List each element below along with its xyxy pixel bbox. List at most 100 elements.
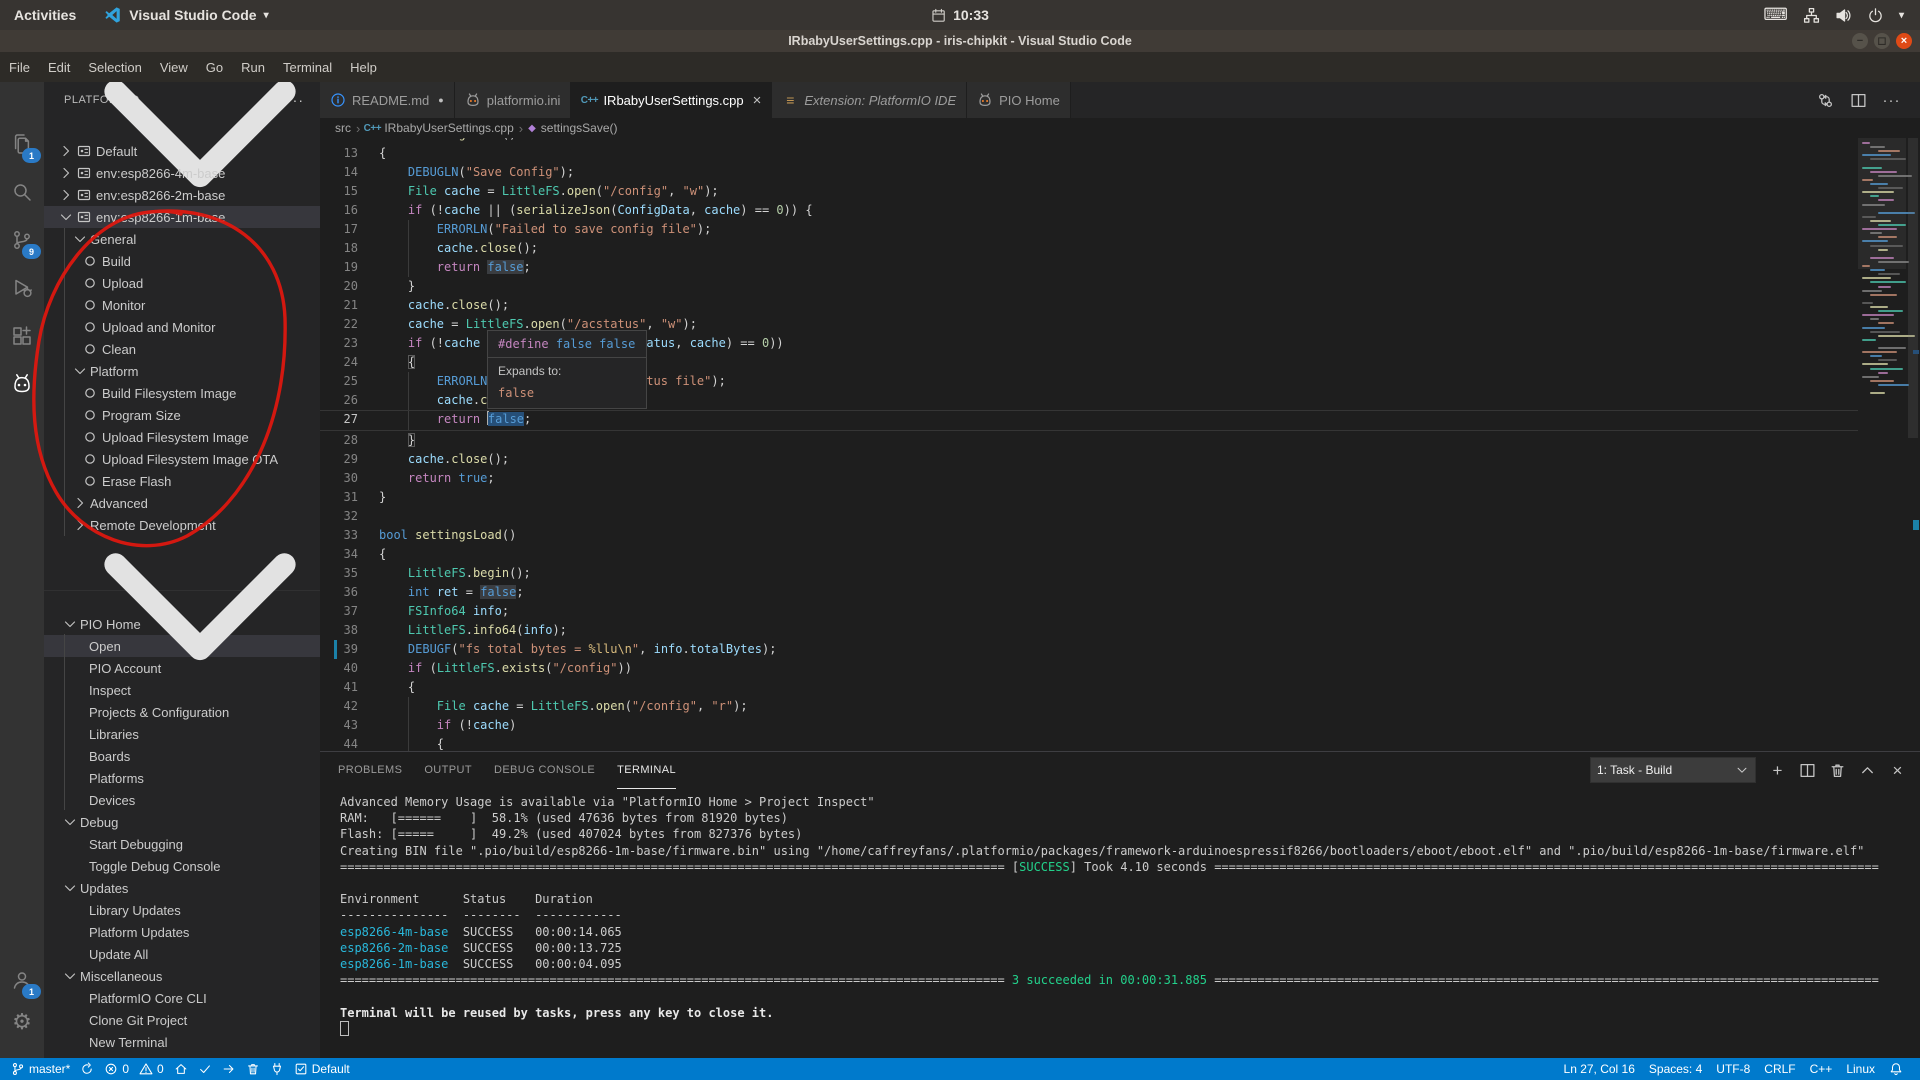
section-header-quick-access[interactable]: QUICK ACCESS [44,590,320,613]
tab-extension-platformio-ide[interactable]: ≡Extension: PlatformIO IDE [772,82,967,118]
code-line-27[interactable]: 27 return false; [320,410,1858,431]
code-line-17[interactable]: 17 ERRORLN("Failed to save config file")… [320,220,1858,239]
activity-item-search[interactable] [0,172,44,212]
code-line-28[interactable]: 28 } [320,431,1858,450]
close-icon[interactable]: × [753,92,762,109]
menu-terminal[interactable]: Terminal [274,52,341,82]
tree-item-platform-updates[interactable]: Platform Updates [44,921,320,943]
status-notifications-bell[interactable] [1882,1058,1910,1080]
power-icon[interactable] [1867,7,1884,24]
maximize-button[interactable]: ◻ [1874,33,1890,49]
code-line-38[interactable]: 38 LittleFS.info64(info); [320,621,1858,640]
code-line-37[interactable]: 37 FSInfo64 info; [320,602,1858,621]
scrollbar-thumb[interactable] [1908,138,1918,438]
code-line-30[interactable]: 30 return true; [320,469,1858,488]
tree-item-library-updates[interactable]: Library Updates [44,899,320,921]
tree-item-new-terminal[interactable]: New Terminal [44,1031,320,1053]
editor-scrollbar[interactable] [1906,138,1920,751]
close-button[interactable]: × [1896,33,1912,49]
tab-readme-md[interactable]: README.md● [320,82,455,118]
status-pio-upload[interactable] [217,1058,241,1080]
maximize-panel-icon[interactable] [1859,762,1876,779]
code-line-21[interactable]: 21 cache.close(); [320,296,1858,315]
breadcrumb[interactable]: src › C++ IRbabyUserSettings.cpp › ◆ set… [320,118,1920,138]
status-eol[interactable]: CRLF [1757,1058,1802,1080]
activity-item-account[interactable]: 1 [0,960,44,1000]
tree-item-platform[interactable]: Platform [44,360,320,382]
breadcrumb-item-file[interactable]: IRbabyUserSettings.cpp [384,121,513,135]
status-project-environment[interactable]: Default [289,1058,355,1080]
minimize-button[interactable]: − [1852,33,1868,49]
section-header-project-tasks[interactable]: PROJECT TASKS [44,118,320,140]
close-panel-icon[interactable]: × [1889,762,1906,779]
panel-tab-debug-console[interactable]: DEBUG CONSOLE [494,752,595,789]
status-sync[interactable] [75,1058,99,1080]
activity-item-explorer[interactable]: 1 [0,124,44,164]
code-line-43[interactable]: 43 if (!cache) [320,716,1858,735]
menu-edit[interactable]: Edit [39,52,79,82]
code-line-35[interactable]: 35 LittleFS.begin(); [320,564,1858,583]
tree-item-upload-and-monitor[interactable]: Upload and Monitor [44,316,320,338]
code-line-16[interactable]: 16 if (!cache || (serializeJson(ConfigDa… [320,201,1858,220]
panel-tab-terminal[interactable]: TERMINAL [617,752,676,789]
activity-item-source-control[interactable]: 9 [0,220,44,260]
status-serial-monitor[interactable] [265,1058,289,1080]
code-line-34[interactable]: 34{ [320,545,1858,564]
status-remote-os[interactable]: Linux [1839,1058,1882,1080]
tree-item-monitor[interactable]: Monitor [44,294,320,316]
status-pio-home[interactable] [169,1058,193,1080]
tree-item-program-size[interactable]: Program Size [44,404,320,426]
status-errors[interactable]: 0 [99,1058,134,1080]
clock[interactable]: 10:33 [931,7,989,23]
code-line-15[interactable]: 15 File cache = LittleFS.open("/config",… [320,182,1858,201]
menu-view[interactable]: View [151,52,197,82]
code-line-44[interactable]: 44 { [320,735,1858,751]
status-cursor-position[interactable]: Ln 27, Col 16 [1557,1058,1642,1080]
tree-item-upload-filesystem-image[interactable]: Upload Filesystem Image [44,426,320,448]
code-line-40[interactable]: 40 if (LittleFS.exists("/config")) [320,659,1858,678]
code-line-32[interactable]: 32 [320,507,1858,526]
menu-help[interactable]: Help [341,52,386,82]
activity-item-platformio[interactable] [0,364,44,404]
tree-item-platforms[interactable]: Platforms [44,767,320,789]
tree-item-update-all[interactable]: Update All [44,943,320,965]
status-indentation[interactable]: Spaces: 4 [1642,1058,1709,1080]
code-line-20[interactable]: 20 } [320,277,1858,296]
breadcrumb-item-symbol[interactable]: settingsSave() [541,121,618,135]
tree-item-build-filesystem-image[interactable]: Build Filesystem Image [44,382,320,404]
keyboard-icon[interactable]: ⌨ [1763,5,1788,25]
panel-tab-problems[interactable]: PROBLEMS [338,752,402,789]
tree-item-devices[interactable]: Devices [44,789,320,811]
status-language-mode[interactable]: C++ [1803,1058,1840,1080]
minimap[interactable] [1858,138,1906,751]
split-terminal-icon[interactable] [1799,762,1816,779]
code-line-41[interactable]: 41 { [320,678,1858,697]
code-line-39[interactable]: 39 DEBUGF("fs total bytes = %llu\n", inf… [320,640,1858,659]
code-line-33[interactable]: 33bool settingsLoad() [320,526,1858,545]
compare-changes-icon[interactable] [1817,92,1834,109]
tree-item-platformio-core-cli[interactable]: PlatformIO Core CLI [44,987,320,1009]
breadcrumb-item-src[interactable]: src [335,121,351,135]
activities-button[interactable]: Activities [0,0,90,30]
menu-selection[interactable]: Selection [79,52,150,82]
tab-irbabyusersettings-cpp[interactable]: C++IRbabyUserSettings.cpp× [571,82,772,118]
code-line-19[interactable]: 19 return false; [320,258,1858,277]
kill-terminal-icon[interactable] [1829,762,1846,779]
app-menu[interactable]: Visual Studio Code ▾ [104,6,268,24]
tree-item-miscellaneous[interactable]: Miscellaneous [44,965,320,987]
code-line-31[interactable]: 31} [320,488,1858,507]
tree-item-debug[interactable]: Debug [44,811,320,833]
tree-item-clean[interactable]: Clean [44,338,320,360]
volume-icon[interactable] [1835,7,1852,24]
code-line-13[interactable]: 13{ [320,144,1858,163]
system-tray[interactable]: ⌨ ▾ [1763,5,1920,25]
menu-file[interactable]: File [0,52,39,82]
code-line-18[interactable]: 18 cache.close(); [320,239,1858,258]
activity-item-extensions[interactable] [0,316,44,356]
more-actions-icon[interactable]: ··· [1883,92,1900,109]
activity-item-settings[interactable]: ⚙ [0,1002,44,1042]
tree-item-start-debugging[interactable]: Start Debugging [44,833,320,855]
split-editor-icon[interactable] [1850,92,1867,109]
tab-platformio-ini[interactable]: platformio.ini [455,82,572,118]
code-line-36[interactable]: 36 int ret = false; [320,583,1858,602]
